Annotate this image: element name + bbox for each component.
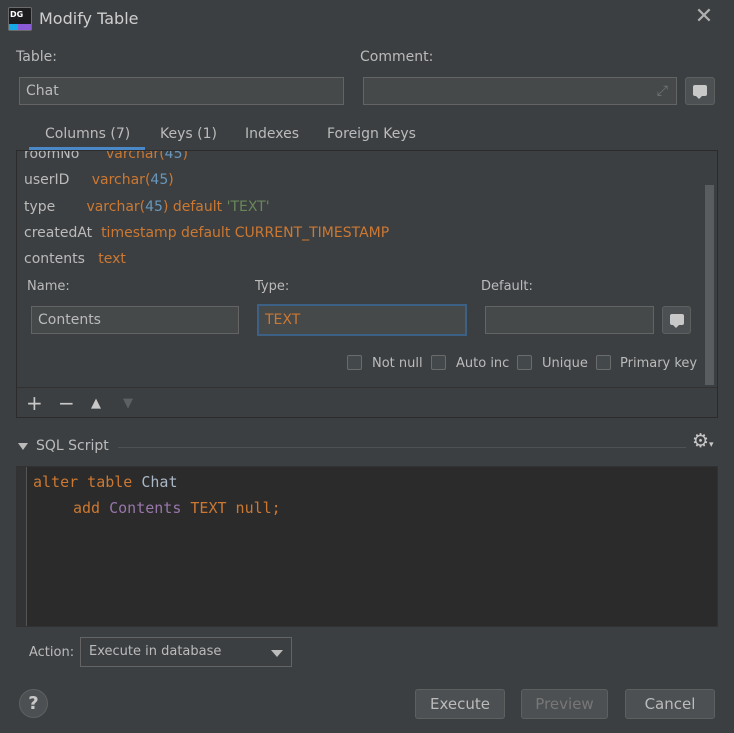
section-separator bbox=[118, 447, 686, 448]
tab-foreign-keys[interactable]: Foreign Keys bbox=[327, 126, 416, 142]
table-name-input[interactable]: Chat bbox=[19, 77, 344, 105]
close-icon[interactable]: ✕ bbox=[692, 5, 716, 29]
cancel-button[interactable]: Cancel bbox=[625, 689, 715, 719]
sql-script-header[interactable]: SQL Script bbox=[18, 438, 109, 454]
dialog-title: Modify Table bbox=[39, 9, 139, 28]
action-label: Action: bbox=[29, 645, 75, 660]
column-row[interactable]: type varchar(45) default 'TEXT' bbox=[24, 199, 270, 215]
auto-inc-label: Auto inc bbox=[456, 356, 510, 371]
default-label: Default: bbox=[481, 279, 533, 294]
primary-key-checkbox[interactable] bbox=[596, 355, 611, 370]
move-up-icon[interactable]: ▲ bbox=[91, 394, 101, 414]
sql-line-1: alter table Chat bbox=[33, 473, 178, 491]
tab-columns[interactable]: Columns (7) bbox=[45, 126, 130, 142]
add-icon[interactable]: + bbox=[26, 393, 43, 413]
sql-editor[interactable]: alter table Chat add Contents TEXT null; bbox=[16, 466, 718, 627]
collapse-triangle-icon[interactable] bbox=[18, 442, 28, 450]
not-null-checkbox[interactable] bbox=[347, 355, 362, 370]
preview-button[interactable]: Preview bbox=[521, 689, 608, 719]
comment-input[interactable]: ⤢ bbox=[363, 77, 677, 105]
action-dropdown[interactable]: Execute in database bbox=[80, 637, 292, 667]
column-row[interactable]: createdAt timestamp default CURRENT_TIME… bbox=[24, 225, 389, 241]
chevron-down-icon bbox=[271, 650, 283, 657]
expand-icon[interactable]: ⤢ bbox=[657, 78, 668, 104]
datagrip-app-icon: DG bbox=[8, 7, 32, 31]
column-row[interactable]: userID varchar(45) bbox=[24, 172, 174, 188]
move-down-icon[interactable]: ▼ bbox=[123, 394, 133, 414]
primary-key-label: Primary key bbox=[620, 356, 698, 371]
speech-bubble-icon bbox=[693, 85, 707, 99]
columns-panel: roomNo varchar(45) userID varchar(45) ty… bbox=[16, 150, 718, 418]
column-name-input[interactable]: Contents bbox=[31, 306, 239, 334]
help-button[interactable]: ? bbox=[19, 689, 48, 718]
column-row[interactable]: contents text bbox=[24, 251, 126, 267]
title-bar: DG Modify Table ✕ bbox=[0, 0, 734, 38]
table-label: Table: bbox=[16, 49, 57, 65]
remove-icon[interactable]: − bbox=[58, 393, 75, 413]
name-label: Name: bbox=[27, 279, 70, 294]
unique-checkbox[interactable] bbox=[517, 355, 532, 370]
comment-label: Comment: bbox=[360, 49, 434, 65]
type-label: Type: bbox=[255, 279, 290, 294]
default-chat-button[interactable] bbox=[662, 306, 691, 334]
sql-line-2: add Contents TEXT null; bbox=[73, 499, 281, 517]
column-default-input[interactable] bbox=[485, 306, 654, 334]
gear-icon[interactable]: ⚙▾ bbox=[692, 430, 714, 452]
speech-bubble-icon bbox=[670, 314, 684, 328]
column-type-input[interactable]: TEXT bbox=[257, 304, 467, 336]
columns-scrollbar[interactable] bbox=[705, 185, 714, 385]
tab-indexes[interactable]: Indexes bbox=[245, 126, 299, 142]
auto-inc-checkbox[interactable] bbox=[431, 355, 446, 370]
not-null-label: Not null bbox=[372, 356, 423, 371]
unique-label: Unique bbox=[542, 356, 588, 371]
columns-toolbar: + − ▲ ▼ bbox=[17, 387, 717, 417]
column-row[interactable]: roomNo varchar(45) bbox=[24, 151, 188, 162]
tab-keys[interactable]: Keys (1) bbox=[160, 126, 217, 142]
execute-button[interactable]: Execute bbox=[415, 689, 505, 719]
editor-gutter bbox=[17, 467, 27, 626]
comment-chat-button[interactable] bbox=[685, 77, 715, 105]
